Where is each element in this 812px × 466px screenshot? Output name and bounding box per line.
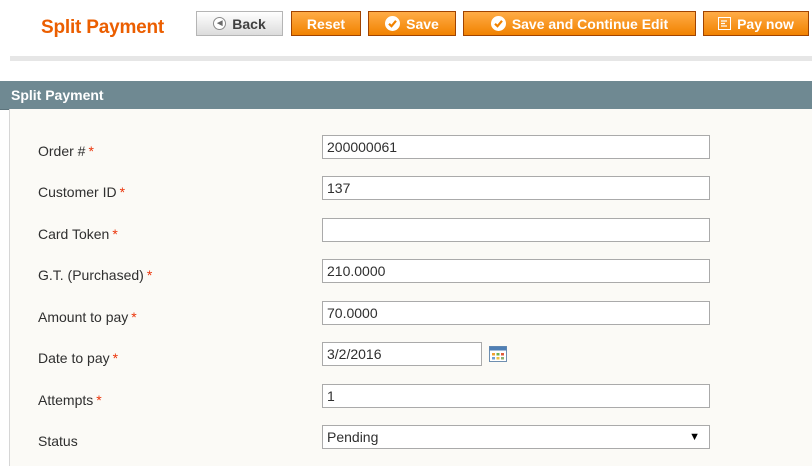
- required-mark: *: [88, 143, 94, 159]
- status-selected-value: Pending: [327, 429, 379, 445]
- gt-purchased-input[interactable]: [322, 259, 710, 283]
- section-header: Split Payment: [0, 81, 812, 110]
- pay-now-button-label: Pay now: [737, 15, 794, 32]
- back-button-label: Back: [232, 15, 266, 32]
- calendar-icon[interactable]: [489, 346, 507, 362]
- amount-to-pay-label: Amount to pay *: [38, 309, 137, 325]
- required-mark: *: [96, 392, 102, 408]
- date-to-pay-row: Date to pay *: [0, 342, 812, 376]
- required-mark: *: [131, 309, 137, 325]
- order-number-input[interactable]: [322, 135, 710, 159]
- pay-now-button[interactable]: Pay now: [703, 11, 809, 36]
- required-mark: *: [112, 350, 119, 366]
- section-title: Split Payment: [11, 87, 104, 103]
- required-mark: *: [146, 267, 153, 283]
- page-header: Split Payment ◀ Back Reset Save Save and…: [0, 0, 812, 52]
- save-and-continue-edit-label: Save and Continue Edit: [511, 15, 669, 32]
- pay-icon: [718, 17, 732, 30]
- save-and-continue-edit-button[interactable]: Save and Continue Edit: [463, 11, 696, 36]
- card-token-input[interactable]: [322, 218, 710, 242]
- amount-to-pay-row: Amount to pay *: [0, 301, 812, 335]
- page-title: Split Payment: [41, 17, 165, 38]
- order-number-label: Order # *: [38, 143, 94, 159]
- card-token-label: Card Token *: [38, 226, 118, 242]
- triangle-down-icon: ▼: [689, 431, 700, 443]
- required-mark: *: [119, 184, 126, 200]
- card-token-row: Card Token *: [0, 218, 812, 252]
- status-row: Status Pending ▼: [0, 425, 812, 459]
- order-number-row: Order # *: [0, 135, 812, 169]
- save-button-label: Save: [406, 15, 439, 32]
- reset-button-label: Reset: [306, 15, 346, 32]
- date-to-pay-input[interactable]: [322, 342, 482, 366]
- check-circle-icon: [385, 16, 401, 31]
- customer-id-row: Customer ID *: [0, 176, 812, 210]
- status-select[interactable]: Pending ▼: [322, 425, 710, 449]
- required-mark: *: [112, 226, 118, 242]
- reset-button[interactable]: Reset: [291, 11, 361, 36]
- circle-arrow-left-icon: ◀: [213, 17, 227, 30]
- check-circle-icon: [490, 16, 506, 31]
- save-button[interactable]: Save: [368, 11, 456, 36]
- amount-to-pay-input[interactable]: [322, 301, 710, 325]
- attempts-input[interactable]: [322, 384, 710, 408]
- customer-id-label: Customer ID *: [38, 184, 126, 200]
- attempts-row: Attempts *: [0, 384, 812, 418]
- status-label: Status: [38, 433, 78, 449]
- header-divider: [10, 56, 812, 61]
- date-to-pay-label: Date to pay *: [38, 350, 119, 366]
- customer-id-input[interactable]: [322, 176, 710, 200]
- back-button[interactable]: ◀ Back: [196, 11, 283, 36]
- gt-purchased-label: G.T. (Purchased) *: [38, 267, 153, 283]
- gt-purchased-row: G.T. (Purchased) *: [0, 259, 812, 293]
- attempts-label: Attempts *: [38, 392, 102, 408]
